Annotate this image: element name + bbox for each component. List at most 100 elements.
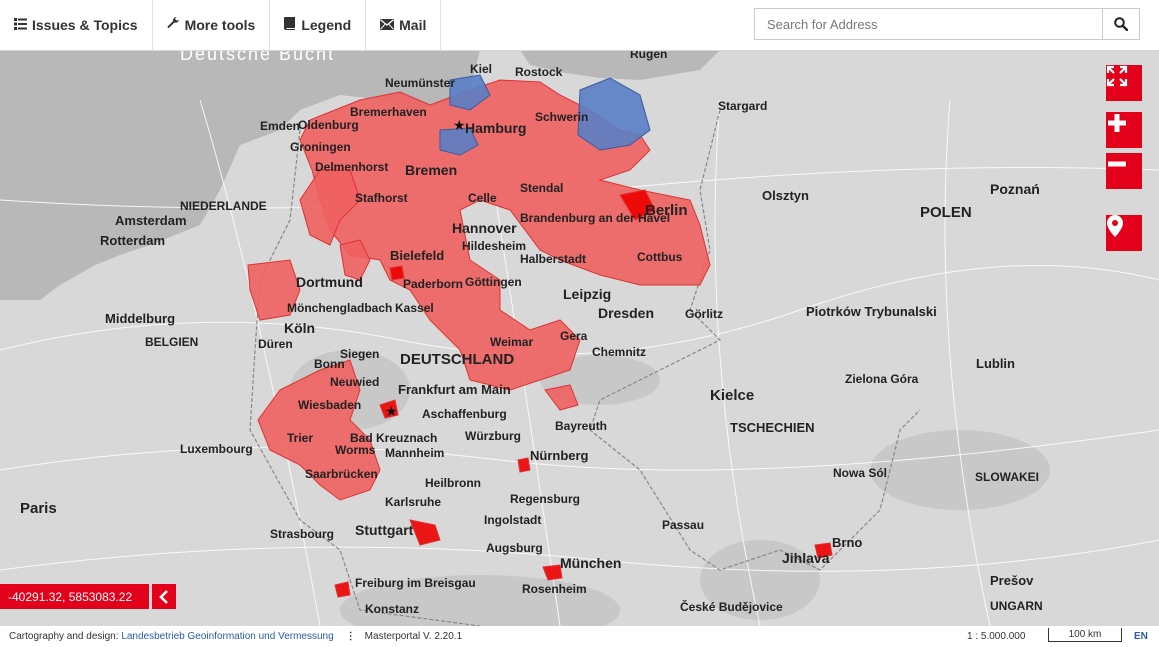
city-dortmund: Dortmund (296, 274, 363, 290)
city-salzburg: České Budějovice (680, 599, 783, 614)
city-hamburg: Hamburg (465, 120, 526, 136)
coordinate-toggle-button[interactable] (152, 584, 176, 609)
menu-issues-topics[interactable]: Issues & Topics (0, 0, 153, 50)
city-praha: Kielce (710, 387, 754, 404)
more-info-dots[interactable]: ⋮ (346, 631, 356, 642)
chevron-left-icon (159, 589, 168, 604)
map-marker-icon (1107, 215, 1123, 237)
menu-mail-label: Mail (399, 17, 427, 33)
city-karlsruhe: Karlsruhe (385, 495, 441, 509)
city-kiel: Kiel (470, 62, 492, 76)
city-wien: Jihlava (782, 550, 830, 566)
city-neumuenster: Neumünster (385, 76, 455, 90)
city-passau: Passau (662, 518, 704, 532)
city-oldenburg: Oldenburg (298, 118, 359, 132)
highlight-freiburg[interactable] (334, 581, 351, 598)
city-dresden: Dresden (598, 305, 654, 321)
city-budapest: Prešov (990, 573, 1034, 588)
country-label-de: DEUTSCHLAND (400, 351, 514, 368)
credit-link[interactable]: Landesbetrieb Geoinformation und Vermess… (121, 631, 333, 642)
country-label-nl: NIEDERLANDE (180, 199, 267, 213)
portal-version: Masterportal V. 2.20.1 (364, 631, 463, 642)
expand-icon (1106, 65, 1128, 87)
city-bratislava: Brno (832, 535, 862, 550)
city-augsburg: Augsburg (486, 541, 543, 555)
search-button[interactable] (1102, 9, 1139, 39)
city-cottbus: Cottbus (637, 250, 683, 264)
city-worms: Worms (335, 443, 376, 457)
book-icon (284, 17, 296, 33)
city-hildesheim: Hildesheim (462, 239, 526, 253)
scale-number: 1 : 5.000.000 (967, 631, 1026, 642)
city-mannheim: Mannheim (385, 446, 444, 460)
wrench-icon (167, 16, 180, 33)
city-bayreuth: Bayreuth (555, 419, 607, 433)
map-layer: ★ ★ Deutsche Bucht DEUTSCHLAND POLEN TSC… (0, 50, 1159, 626)
city-antwerpen: Middelburg (105, 311, 175, 326)
city-wiesbaden: Wiesbaden (298, 398, 361, 412)
highlight-stuttgart[interactable] (409, 519, 441, 546)
city-neuwied: Neuwied (330, 375, 379, 389)
city-dueren: Düren (258, 337, 293, 351)
menu-mail[interactable]: Mail (366, 0, 442, 50)
coordinate-value: -40291.32, 5853083.22 (0, 584, 149, 609)
city-weimar: Weimar (490, 335, 533, 349)
menu-legend[interactable]: Legend (270, 0, 367, 50)
city-konstanz: Konstanz (365, 602, 419, 616)
city-krakow: Lublin (976, 356, 1015, 371)
highlight-ansbach[interactable] (517, 457, 531, 473)
main-menu: Issues & Topics More tools Legend Mail (0, 0, 442, 50)
city-bremerhaven: Bremerhaven (350, 105, 427, 119)
city-heilbronn: Heilbronn (425, 476, 481, 490)
list-icon (14, 17, 27, 33)
country-label-pl: POLEN (920, 204, 972, 221)
hamburg-star: ★ (453, 117, 466, 133)
plus-icon (1108, 114, 1126, 132)
city-amsterdam: Amsterdam (115, 213, 187, 228)
city-kassel: Kassel (395, 301, 434, 315)
city-stuttgart: Stuttgart (355, 522, 414, 538)
city-paderborn: Paderborn (403, 277, 463, 291)
envelope-icon (380, 17, 395, 33)
scale-bar: 100 km (1048, 628, 1122, 642)
fullscreen-button[interactable] (1106, 65, 1142, 101)
city-siegen: Siegen (340, 347, 379, 361)
city-chemnitz: Chemnitz (592, 345, 646, 359)
city-brno: Nowa Sól (833, 466, 887, 480)
city-rotterdam: Rotterdam (100, 233, 165, 248)
city-schwerin: Schwerin (535, 110, 588, 124)
wiesbaden-star: ★ (385, 403, 398, 419)
map-canvas[interactable]: ★ ★ Deutsche Bucht DEUTSCHLAND POLEN TSC… (0, 50, 1159, 626)
menu-legend-label: Legend (301, 17, 352, 33)
city-szczecin: Stargard (718, 99, 767, 113)
country-label-hu: UNGARN (990, 599, 1043, 613)
city-poznan: Olsztyn (762, 188, 809, 203)
highlight-paderborn[interactable] (389, 265, 405, 281)
city-rugen: Rugen (630, 50, 667, 61)
menu-more-tools[interactable]: More tools (153, 0, 271, 50)
footer: Cartography and design: Landesbetrieb Ge… (0, 626, 1159, 647)
city-moenchengladbach: Mönchengladbach (287, 301, 392, 315)
city-delmenhorst: Delmenhorst (315, 160, 388, 174)
credit-prefix: Cartography and design: (9, 631, 119, 642)
city-luxembourg: Luxembourg (180, 442, 253, 456)
zoom-out-button[interactable] (1106, 153, 1142, 189)
search-input[interactable] (755, 9, 1102, 39)
zoom-in-button[interactable] (1106, 112, 1142, 148)
locate-button[interactable] (1106, 215, 1142, 251)
city-muenchen: München (560, 555, 621, 571)
minus-icon (1108, 161, 1126, 167)
city-stendal: Stendal (520, 181, 563, 195)
city-gera: Gera (560, 329, 588, 343)
city-goerlitz: Görlitz (685, 307, 723, 321)
city-frankfurt: Frankfurt am Main (398, 382, 511, 397)
sea-label-0: Deutsche Bucht (180, 50, 335, 64)
city-brandenburg: Brandenburg an der Havel (520, 211, 670, 225)
footer-credit: Cartography and design: Landesbetrieb Ge… (9, 631, 334, 642)
country-label-cz: TSCHECHIEN (730, 420, 815, 435)
city-emden: Emden (260, 119, 300, 133)
language-switch[interactable]: EN (1134, 631, 1148, 642)
city-saarbruecken: Saarbrücken (305, 467, 378, 481)
city-nuernberg: Nürnberg (530, 448, 589, 463)
city-trier: Trier (287, 431, 313, 445)
